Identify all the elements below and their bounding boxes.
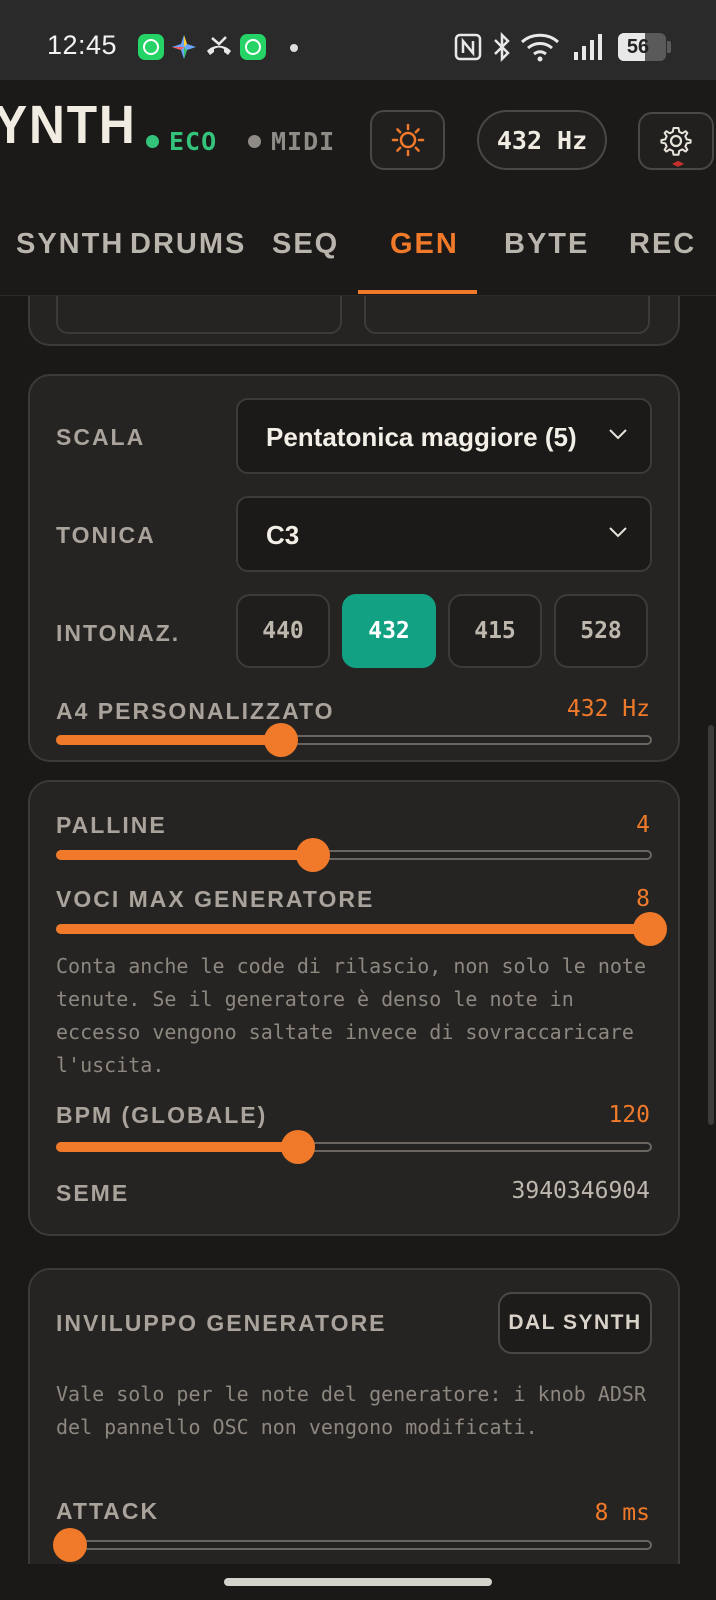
a4-value: 432 Hz xyxy=(566,696,650,722)
app-title: YNTH xyxy=(0,95,137,155)
bpm-slider[interactable] xyxy=(56,1130,652,1164)
voci-value: 8 xyxy=(636,886,650,912)
palline-slider[interactable] xyxy=(56,838,652,872)
midi-label: MIDI xyxy=(271,127,336,156)
theme-toggle-button[interactable] xyxy=(370,110,445,170)
whatsapp-icon xyxy=(138,34,164,60)
tonica-select[interactable]: C3 xyxy=(236,496,652,572)
eco-label: ECO xyxy=(169,127,218,156)
tab-synth[interactable]: SYNTH xyxy=(16,228,124,261)
home-gesture-handle[interactable] xyxy=(224,1578,492,1586)
tab-rec[interactable]: REC xyxy=(629,228,696,261)
palline-label: PALLINE xyxy=(56,812,167,838)
bpm-label: BPM (GLOBALE) xyxy=(56,1102,268,1128)
attack-label: ATTACK xyxy=(56,1498,160,1524)
bluetooth-icon xyxy=(494,32,510,62)
intonaz-label: INTONAZ. xyxy=(56,620,181,646)
eco-status-dot xyxy=(146,135,159,148)
status-bar: 12:45 56 xyxy=(0,0,716,80)
gear-icon xyxy=(660,127,692,156)
envelope-title: INVILUPPO GENERATORE xyxy=(56,1310,387,1336)
slider-fill xyxy=(56,850,313,860)
tonica-label: TONICA xyxy=(56,522,156,548)
seme-value[interactable]: 3940346904 xyxy=(512,1178,650,1204)
app-header: YNTH ECO MIDI 432 Hz xyxy=(0,80,716,200)
previous-card-button-left[interactable] xyxy=(56,296,342,334)
scala-value: Pentatonica maggiore (5) xyxy=(266,422,577,452)
gen-panel: SCALA Pentatonica maggiore (5) TONICA C3… xyxy=(0,296,716,1564)
eco-indicator[interactable]: ECO xyxy=(146,127,217,156)
tab-drums[interactable]: DRUMS xyxy=(130,228,246,261)
voci-label: VOCI MAX GENERATORE xyxy=(56,886,375,912)
scrollbar[interactable] xyxy=(708,725,714,1125)
a4-slider[interactable] xyxy=(56,723,652,757)
previous-card-button-right[interactable] xyxy=(364,296,650,334)
bpm-value: 120 xyxy=(608,1102,650,1128)
scale-card: SCALA Pentatonica maggiore (5) TONICA C3… xyxy=(28,374,680,762)
scala-select[interactable]: Pentatonica maggiore (5) xyxy=(236,398,652,474)
intonaz-option-432[interactable]: 432 xyxy=(342,594,436,668)
tonica-value: C3 xyxy=(266,520,300,550)
envelope-card: INVILUPPO GENERATORE DAL SYNTH Vale solo… xyxy=(28,1268,680,1564)
slider-thumb[interactable] xyxy=(633,912,667,946)
wifi-icon xyxy=(520,33,560,62)
slider-fill xyxy=(56,1142,298,1152)
battery-level: 56 xyxy=(626,36,650,58)
slider-thumb[interactable] xyxy=(52,1528,87,1562)
generator-card: PALLINE 4 VOCI MAX GENERATORE 8 Conta an… xyxy=(28,780,680,1236)
seme-label: SEME xyxy=(56,1180,130,1206)
intonaz-option-440[interactable]: 440 xyxy=(236,594,330,668)
previous-card xyxy=(28,296,680,346)
slider-thumb[interactable] xyxy=(280,1130,315,1164)
intonaz-option-528[interactable]: 528 xyxy=(554,594,648,668)
scroll-hint-arrows-icon: ◂▸ xyxy=(672,156,685,170)
tab-byte[interactable]: BYTE xyxy=(504,228,589,261)
whatsapp-icon xyxy=(240,34,266,60)
battery-icon: 56 xyxy=(618,33,666,61)
intonaz-option-415[interactable]: 415 xyxy=(448,594,542,668)
more-notifications-dot xyxy=(290,44,298,52)
voci-note: Conta anche le code di rilascio, non sol… xyxy=(56,954,647,1077)
a4-label: A4 PERSONALIZZATO xyxy=(56,698,335,724)
chevron-down-icon xyxy=(609,429,627,440)
main-tabs: SYNTH DRUMS SEQ GEN BYTE REC xyxy=(0,200,716,296)
system-navigation-bar xyxy=(0,1564,716,1600)
attack-slider[interactable] xyxy=(52,1528,652,1562)
midi-status-dot xyxy=(248,135,261,148)
slider-fill xyxy=(56,924,650,934)
voci-slider[interactable] xyxy=(56,912,667,946)
tuning-button[interactable]: 432 Hz xyxy=(477,110,607,170)
envelope-note: Vale solo per le note del generatore: i … xyxy=(56,1382,647,1439)
dal-synth-button[interactable]: DAL SYNTH xyxy=(498,1292,652,1354)
attack-value: 8 ms xyxy=(594,1500,650,1526)
battery-tip xyxy=(667,41,671,53)
slider-thumb[interactable] xyxy=(264,723,299,757)
palline-value: 4 xyxy=(636,812,650,838)
status-time: 12:45 xyxy=(47,30,118,60)
sun-icon xyxy=(391,123,424,157)
tab-gen[interactable]: GEN xyxy=(390,228,459,261)
missed-call-icon xyxy=(207,36,231,55)
slider-thumb[interactable] xyxy=(295,838,330,872)
signal-icon xyxy=(574,34,602,60)
tab-seq[interactable]: SEQ xyxy=(272,228,339,261)
sparkle-icon xyxy=(172,35,196,59)
slider-fill xyxy=(56,735,282,745)
scala-label: SCALA xyxy=(56,424,146,450)
nfc-icon xyxy=(454,33,482,61)
active-tab-indicator xyxy=(358,290,477,294)
chevron-down-icon xyxy=(609,527,627,538)
midi-indicator[interactable]: MIDI xyxy=(248,127,335,156)
